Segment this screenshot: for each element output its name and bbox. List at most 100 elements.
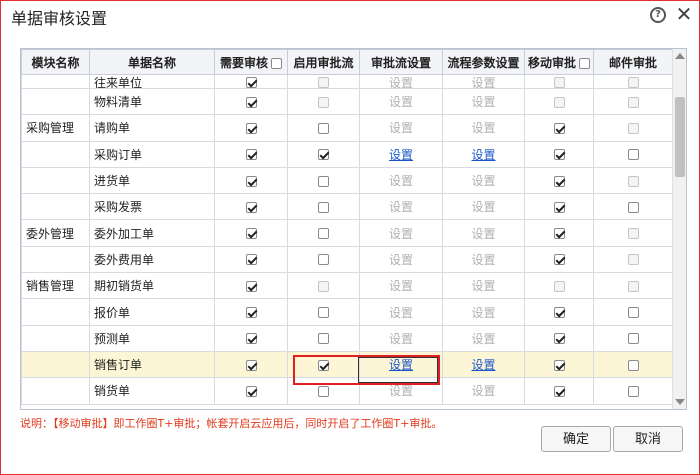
mobile-approval-checkbox <box>553 280 565 292</box>
scroll-up-icon[interactable] <box>675 53 685 59</box>
mail-approval-checkbox[interactable] <box>627 385 639 397</box>
doc-name-cell: 物料清单 <box>89 87 215 116</box>
flow-setting-link: 设置 <box>388 279 413 294</box>
close-icon[interactable]: ✕ <box>674 3 694 25</box>
mobile-approval-checkbox[interactable] <box>553 175 565 187</box>
cancel-button[interactable]: 取消 <box>613 426 683 452</box>
need-audit-checkbox[interactable] <box>245 333 257 345</box>
need-audit-checkbox[interactable] <box>245 149 257 161</box>
flow-setting-link[interactable]: 设置 <box>389 148 413 162</box>
module-cell: 委外管理 <box>21 219 90 247</box>
doc-name-cell: 委外加工单 <box>89 219 215 247</box>
enable-flow-cell <box>287 245 360 274</box>
need-audit-checkbox[interactable] <box>245 122 257 134</box>
table-row[interactable]: 采购管理 请购单 设置 设置 <box>21 114 673 142</box>
need-audit-checkbox[interactable] <box>245 280 257 292</box>
need-audit-checkbox[interactable] <box>245 307 257 319</box>
help-icon[interactable]: ? <box>650 7 666 23</box>
mobile-approval-checkbox[interactable] <box>553 149 565 161</box>
mail-cell <box>593 140 673 168</box>
mail-approval-checkbox[interactable] <box>627 149 639 161</box>
mobile-cell <box>524 377 594 405</box>
flow-param-link[interactable]: 设置 <box>471 148 495 162</box>
enable-flow-checkbox[interactable] <box>318 149 329 161</box>
table-row[interactable]: 委外费用单 设置 设置 <box>21 245 673 274</box>
vertical-scrollbar[interactable] <box>672 49 686 409</box>
mobile-approval-checkbox[interactable] <box>553 228 565 240</box>
table-row[interactable]: 采购发票 设置 设置 <box>21 193 673 221</box>
table-row[interactable]: 进货单 设置 设置 <box>21 166 673 195</box>
flow-param-cell: 设置 <box>442 193 525 221</box>
table-row[interactable]: 报价单 设置 设置 <box>21 298 673 326</box>
flow-setting-link: 设置 <box>388 226 413 241</box>
mobile-approval-checkbox[interactable] <box>553 201 565 213</box>
mobile-approval-checkbox[interactable] <box>553 122 565 134</box>
flow-param-cell: 设置 <box>442 74 525 89</box>
need-audit-checkbox[interactable] <box>245 77 257 88</box>
mail-cell <box>593 377 673 405</box>
scroll-thumb[interactable] <box>675 97 685 177</box>
flow-param-link: 设置 <box>471 121 496 136</box>
table-row[interactable]: 物料清单 设置 设置 <box>21 87 673 116</box>
mail-cell <box>593 166 673 195</box>
enable-flow-checkbox[interactable] <box>318 175 329 187</box>
need-audit-checkbox[interactable] <box>245 254 257 266</box>
scroll-down-icon[interactable] <box>675 399 685 405</box>
mobile-approval-checkbox[interactable] <box>553 359 565 371</box>
mobile-approval-checkbox[interactable] <box>553 254 565 266</box>
need-audit-checkbox[interactable] <box>245 228 257 240</box>
module-cell: 采购管理 <box>21 114 90 142</box>
flow-setting-link: 设置 <box>388 174 413 189</box>
col-mobile: 移动审批 <box>524 49 594 75</box>
module-cell <box>21 377 90 405</box>
table-row[interactable]: 销售订单 设置 设置 <box>21 350 673 379</box>
mail-approval-checkbox <box>627 280 639 292</box>
enable-flow-cell <box>287 377 360 405</box>
module-cell <box>21 193 90 221</box>
table-row[interactable]: 委外管理 委外加工单 设置 设置 <box>21 219 673 247</box>
need-audit-checkbox[interactable] <box>245 385 257 397</box>
mobile-select-all-checkbox[interactable] <box>579 57 590 69</box>
dialog-title: 单据审核设置 <box>11 9 108 28</box>
ok-button[interactable]: 确定 <box>541 426 611 452</box>
need-audit-checkbox[interactable] <box>245 175 257 187</box>
enable-flow-checkbox[interactable] <box>318 254 329 266</box>
mobile-approval-checkbox[interactable] <box>553 333 565 345</box>
col-need-audit-label: 需要审核 <box>219 55 268 70</box>
need-audit-select-all-checkbox[interactable] <box>271 57 282 69</box>
enable-flow-checkbox[interactable] <box>318 359 329 371</box>
enable-flow-checkbox[interactable] <box>318 385 329 397</box>
mobile-cell <box>524 114 594 142</box>
mail-approval-checkbox[interactable] <box>627 307 639 319</box>
enable-flow-checkbox[interactable] <box>318 307 329 319</box>
flow-param-cell: 设置 <box>442 350 525 379</box>
enable-flow-checkbox[interactable] <box>318 201 329 213</box>
mail-approval-checkbox[interactable] <box>627 333 639 345</box>
enable-flow-checkbox[interactable] <box>318 333 329 345</box>
enable-flow-checkbox[interactable] <box>318 228 329 240</box>
mail-approval-checkbox[interactable] <box>627 359 639 371</box>
flow-param-link[interactable]: 设置 <box>471 358 495 372</box>
mobile-approval-checkbox[interactable] <box>553 385 565 397</box>
flow-setting-link: 设置 <box>388 95 413 110</box>
mail-approval-checkbox[interactable] <box>627 201 639 213</box>
need-audit-checkbox[interactable] <box>245 359 257 371</box>
table-row[interactable]: 销售管理 期初销货单 设置 设置 <box>21 272 673 300</box>
mobile-approval-checkbox[interactable] <box>553 307 565 319</box>
mail-cell <box>593 350 673 379</box>
flow-setting-link: 设置 <box>388 200 413 215</box>
doc-name-cell: 采购订单 <box>89 140 215 168</box>
flow-param-link: 设置 <box>471 95 496 110</box>
table-row[interactable]: 预测单 设置 设置 <box>21 324 673 352</box>
flow-param-cell: 设置 <box>442 140 525 168</box>
table-row[interactable]: 销货单 设置 设置 <box>21 377 673 405</box>
enable-flow-checkbox[interactable] <box>318 122 329 134</box>
need-audit-checkbox[interactable] <box>245 201 257 213</box>
doc-name-cell: 销售订单 <box>89 350 215 379</box>
module-cell <box>21 350 90 379</box>
flow-setting-link[interactable]: 设置 <box>389 358 413 372</box>
flow-setting-cell: 设置 <box>359 166 443 195</box>
table-row[interactable]: 采购订单 设置 设置 <box>21 140 673 168</box>
table-row[interactable]: 往来单位 设置 设置 <box>21 74 673 89</box>
need-audit-checkbox[interactable] <box>245 96 257 108</box>
